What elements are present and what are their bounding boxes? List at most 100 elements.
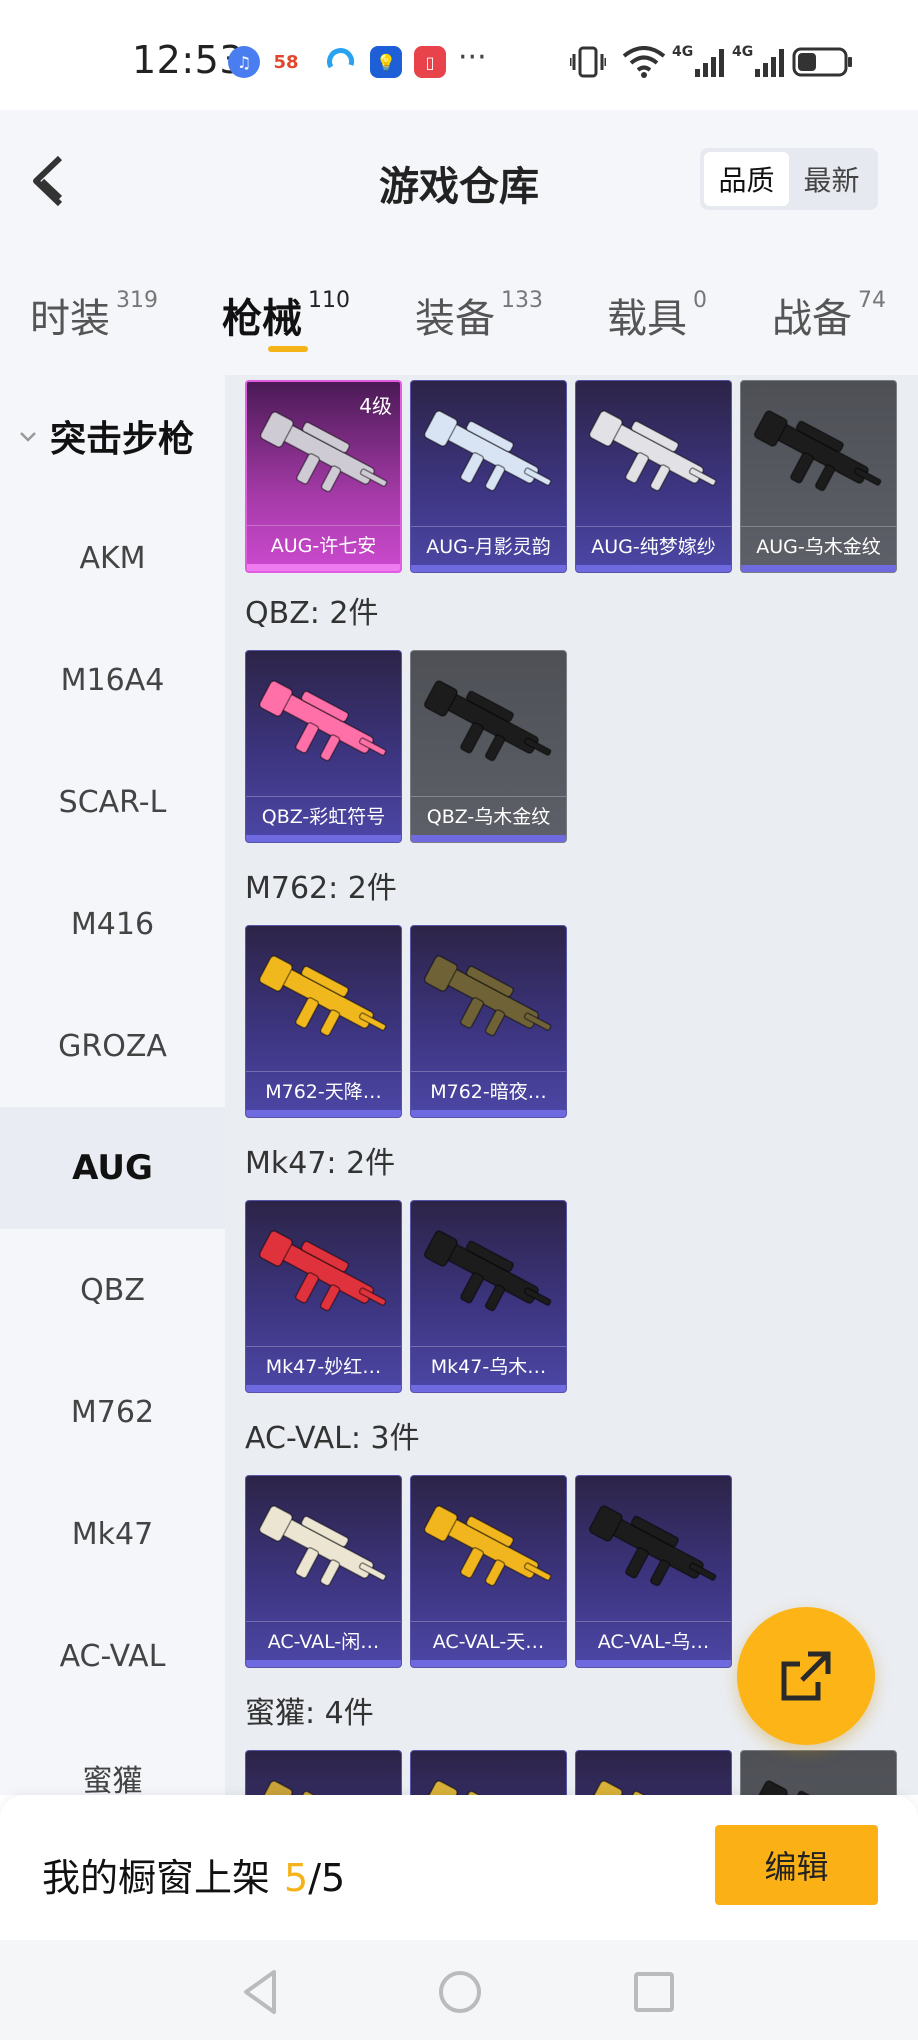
sort-by-newest-button[interactable]: 最新	[789, 152, 874, 206]
showcase-total-count: /5	[308, 1856, 346, 1900]
skin-name: Mk47-妙红…	[246, 1346, 401, 1384]
vibrate-icon	[570, 44, 606, 80]
tab-count: 74	[858, 288, 886, 313]
recents-square-icon	[634, 1972, 674, 2012]
sidebar-item-qbz[interactable]: QBZ	[0, 1229, 225, 1351]
sidebar-item-mk47[interactable]: Mk47	[0, 1473, 225, 1595]
sidebar-item-honey-badger[interactable]: 蜜獾	[0, 1717, 225, 1795]
section-title: 蜜獾: 4件	[245, 1696, 374, 1731]
skin-name: AC-VAL-天…	[411, 1621, 566, 1659]
skin-card[interactable]	[245, 1750, 402, 1795]
sidebar-item-m416[interactable]: M416	[0, 863, 225, 985]
skin-card[interactable]: AUG-纯梦嫁纱	[575, 380, 732, 573]
cellular-signal-2-icon: 4G	[732, 44, 785, 80]
tab-guns[interactable]: 枪械 110	[222, 286, 350, 344]
sidebar-item-ac-val[interactable]: AC-VAL	[0, 1595, 225, 1717]
skin-card[interactable]: AC-VAL-闲…	[245, 1475, 402, 1668]
book-app-icon: ▯	[414, 46, 446, 78]
skin-card[interactable]: 4级 AUG-许七安	[245, 380, 402, 573]
rarity-strip	[741, 565, 896, 572]
skin-name: QBZ-乌木金纹	[411, 796, 566, 834]
tab-count: 110	[308, 288, 350, 313]
rarity-strip	[246, 1110, 401, 1117]
back-triangle-icon	[244, 1970, 276, 2014]
sort-by-quality-button[interactable]: 品质	[704, 152, 789, 206]
skin-card[interactable]: AC-VAL-乌…	[575, 1475, 732, 1668]
sidebar-item-m762[interactable]: M762	[0, 1351, 225, 1473]
58-app-label: 58	[273, 51, 299, 73]
rarity-strip	[411, 565, 566, 572]
tab-count: 133	[501, 288, 543, 313]
gun-skin-icon	[258, 1505, 387, 1587]
skin-name: AC-VAL-乌…	[576, 1621, 731, 1659]
wifi-icon	[622, 44, 666, 80]
skin-name: AUG-许七安	[247, 525, 400, 563]
skin-name: AUG-月影灵韵	[411, 526, 566, 564]
category-tabs: 时装 319 枪械 110 装备 133 载具 0 战备 74	[0, 250, 918, 375]
showcase-current-count: 5	[284, 1856, 309, 1900]
tab-label: 载具	[607, 296, 687, 342]
tips-app-icon: 💡	[370, 46, 402, 78]
skin-card[interactable]: Mk47-乌木…	[410, 1200, 567, 1393]
sidebar-item-akm[interactable]: AKM	[0, 497, 225, 619]
sidebar-item-m16a4[interactable]: M16A4	[0, 619, 225, 741]
edit-button[interactable]: 编辑	[715, 1825, 878, 1905]
section-title: Mk47: 2件	[245, 1146, 396, 1181]
gun-skin-icon	[423, 1505, 552, 1587]
nav-back-button[interactable]	[232, 1962, 292, 2022]
skin-card[interactable]: AUG-月影灵韵	[410, 380, 567, 573]
sidebar-group-assault-rifle[interactable]: 突击步枪	[0, 375, 225, 497]
sidebar-item-scar-l[interactable]: SCAR-L	[0, 741, 225, 863]
share-fab-button[interactable]	[737, 1607, 875, 1745]
gun-skin-icon	[588, 1780, 704, 1795]
skin-level-badge: 4级	[359, 394, 392, 418]
skin-name: Mk47-乌木…	[411, 1346, 566, 1384]
rarity-strip	[246, 835, 401, 842]
gun-skin-icon	[423, 680, 552, 762]
skin-name: M762-暗夜…	[411, 1071, 566, 1109]
sidebar-group-label: 突击步枪	[50, 419, 195, 460]
tab-equipment[interactable]: 装备 133	[415, 286, 543, 344]
skin-card[interactable]: Mk47-妙红…	[245, 1200, 402, 1393]
tab-fashion[interactable]: 时装 319	[30, 286, 158, 344]
tab-count: 319	[116, 288, 158, 313]
app-header: 游戏仓库 品质 最新	[0, 110, 918, 250]
gun-skin-icon	[753, 410, 882, 492]
tab-label: 战备	[772, 296, 852, 342]
tab-label: 装备	[415, 296, 495, 342]
tab-label: 枪械	[222, 296, 302, 342]
nav-home-button[interactable]	[430, 1962, 490, 2022]
gun-skin-icon	[423, 1230, 552, 1312]
sidebar-item-aug[interactable]: AUG	[0, 1107, 225, 1229]
skin-card[interactable]: AC-VAL-天…	[410, 1475, 567, 1668]
tab-supplies[interactable]: 战备 74	[772, 286, 886, 344]
gun-skin-icon	[258, 1780, 374, 1795]
sort-toggle: 品质 最新	[700, 148, 878, 210]
tab-count: 0	[693, 288, 707, 313]
skin-card[interactable]: M762-暗夜…	[410, 925, 567, 1118]
section-title: M762: 2件	[245, 871, 397, 906]
skin-card[interactable]: M762-天降…	[245, 925, 402, 1118]
skin-card[interactable]	[410, 1750, 567, 1795]
skin-card[interactable]: QBZ-彩虹符号	[245, 650, 402, 843]
rarity-strip	[411, 1385, 566, 1392]
tab-label: 时装	[30, 296, 110, 342]
tab-vehicles[interactable]: 载具 0	[607, 286, 707, 344]
58-app-icon: 58	[270, 46, 302, 78]
rarity-strip	[411, 835, 566, 842]
rarity-strip	[246, 1660, 401, 1667]
skin-card[interactable]	[740, 1750, 897, 1795]
gun-skin-icon	[588, 410, 717, 492]
skin-card[interactable]	[575, 1750, 732, 1795]
battery-icon	[792, 44, 854, 80]
nav-recents-button[interactable]	[624, 1962, 684, 2022]
share-external-icon	[781, 1651, 831, 1701]
rarity-strip	[576, 565, 731, 572]
sidebar-item-groza[interactable]: GROZA	[0, 985, 225, 1107]
skin-name: QBZ-彩虹符号	[246, 796, 401, 834]
skin-card[interactable]: AUG-乌木金纹	[740, 380, 897, 573]
showcase-label: 我的橱窗上架	[42, 1856, 271, 1900]
skin-card[interactable]: QBZ-乌木金纹	[410, 650, 567, 843]
rarity-strip	[247, 564, 400, 571]
gun-skin-icon	[258, 680, 387, 762]
